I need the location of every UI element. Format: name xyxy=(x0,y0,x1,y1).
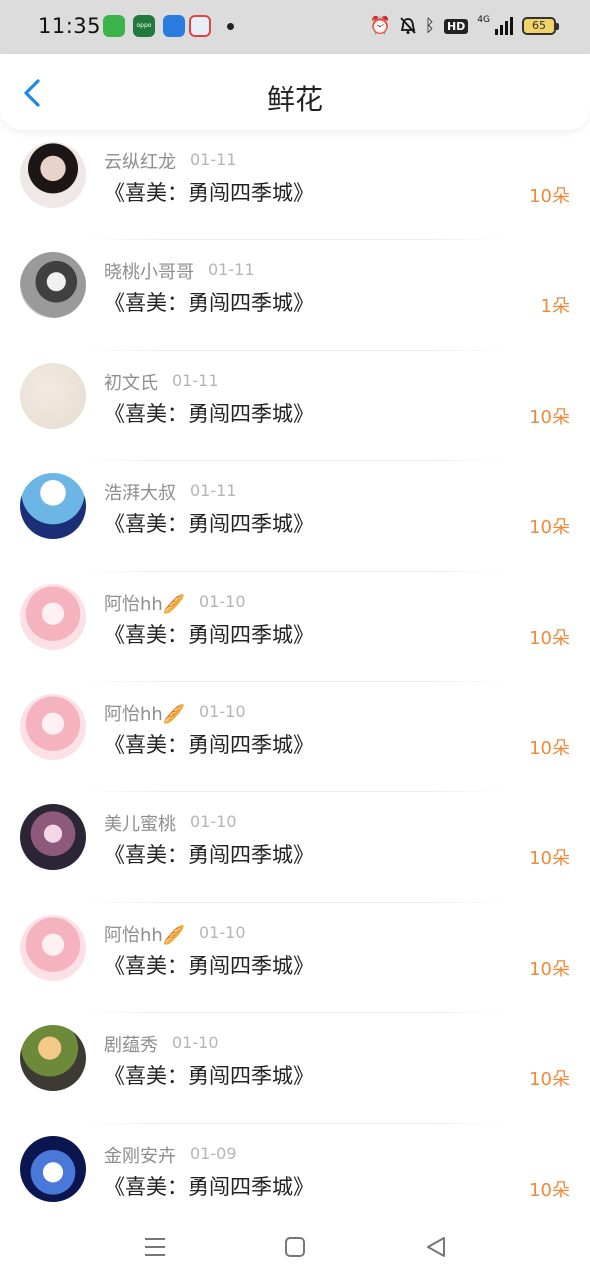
book-title: 《喜美：勇闯四季城》 xyxy=(104,843,314,868)
flower-list: 云纵红龙 01-11 《喜美：勇闯四季城》 10朵 晓桃小哥哥 01-11 《喜美：勇闯四季… xyxy=(0,130,590,1234)
system-nav-bar xyxy=(0,1214,590,1280)
flower-list-item[interactable]: 阿怡hh🥖 01-10 《喜美：勇闯四季城》 10朵 xyxy=(0,903,590,1014)
avatar[interactable] xyxy=(20,583,86,650)
signal-icon xyxy=(495,17,513,35)
avatar[interactable] xyxy=(20,362,86,429)
sender-name: 美儿蜜桃 xyxy=(104,814,176,836)
sender-name: 剧蕴秀 xyxy=(104,1035,158,1057)
flower-count: 10朵 xyxy=(529,958,570,980)
book-title: 《喜美：勇闯四季城》 xyxy=(104,291,314,316)
flower-list-item[interactable]: 美儿蜜桃 01-10 《喜美：勇闯四季城》 10朵 xyxy=(0,792,590,903)
battery-icon: 65 xyxy=(522,17,559,35)
send-date: 01-10 xyxy=(190,812,237,832)
avatar[interactable] xyxy=(20,914,86,981)
send-date: 01-11 xyxy=(172,370,219,390)
flower-list-item[interactable]: 剧蕴秀 01-10 《喜美：勇闯四季城》 10朵 xyxy=(0,1013,590,1124)
flower-count: 1朵 xyxy=(540,296,570,318)
book-title: 《喜美：勇闯四季城》 xyxy=(104,732,314,757)
sender-name: 阿怡hh🥖 xyxy=(104,924,186,946)
flower-list-item[interactable]: 云纵红龙 01-11 《喜美：勇闯四季城》 10朵 xyxy=(0,130,590,241)
avatar[interactable] xyxy=(20,142,86,208)
flower-list-item[interactable]: 阿怡hh🥖 01-10 《喜美：勇闯四季城》 10朵 xyxy=(0,572,590,682)
menu-icon[interactable] xyxy=(140,1232,170,1262)
flower-list-item[interactable]: 晓桃小哥哥 01-11 《喜美：勇闯四季城》 1朵 xyxy=(0,240,590,351)
flower-count: 10朵 xyxy=(529,1069,570,1091)
avatar[interactable] xyxy=(20,1025,86,1092)
network-type: 4G xyxy=(477,15,490,25)
send-date: 01-11 xyxy=(190,481,237,501)
flower-count: 10朵 xyxy=(529,1179,570,1201)
oppo-app-icon: oppo xyxy=(133,15,155,37)
status-time: 11:35 xyxy=(38,14,102,38)
top-app-bar: 鲜花 xyxy=(0,54,590,130)
send-date: 01-10 xyxy=(199,922,246,942)
flower-list-item[interactable]: 浩湃大叔 01-11 《喜美：勇闯四季城》 10朵 xyxy=(0,461,590,572)
send-date: 01-11 xyxy=(190,150,237,169)
book-title: 《喜美：勇闯四季城》 xyxy=(104,622,314,647)
flower-count: 10朵 xyxy=(529,737,570,759)
alarm-icon: ⏰ xyxy=(369,16,391,36)
avatar[interactable] xyxy=(20,804,86,871)
bell-off-icon xyxy=(400,17,416,34)
sender-name: 晓桃小哥哥 xyxy=(104,262,194,284)
sender-name: 初文氏 xyxy=(104,372,158,394)
book-title: 《喜美：勇闯四季城》 xyxy=(104,1174,314,1199)
send-date: 01-09 xyxy=(190,1143,237,1163)
sender-name: 阿怡hh🥖 xyxy=(104,593,186,615)
home-square-icon[interactable] xyxy=(280,1232,310,1262)
avatar[interactable] xyxy=(20,473,86,540)
send-date: 01-10 xyxy=(199,591,246,611)
flower-count: 10朵 xyxy=(529,848,570,870)
send-date: 01-11 xyxy=(208,260,255,280)
sender-name: 浩湃大叔 xyxy=(104,483,176,505)
green-app-icon xyxy=(103,15,125,37)
back-triangle-icon[interactable] xyxy=(421,1232,451,1262)
flower-count: 10朵 xyxy=(529,517,570,539)
book-title: 《喜美：勇闯四季城》 xyxy=(104,401,314,426)
flower-count: 10朵 xyxy=(529,406,570,428)
flower-count: 10朵 xyxy=(529,186,570,207)
sender-name: 金刚安卉 xyxy=(104,1145,176,1167)
hd-icon: HD xyxy=(443,18,469,34)
book-title: 《喜美：勇闯四季城》 xyxy=(104,953,314,978)
avatar[interactable] xyxy=(20,1135,86,1202)
bluetooth-icon: ᛒ xyxy=(424,16,435,36)
send-date: 01-10 xyxy=(172,1033,219,1053)
flower-count: 10朵 xyxy=(529,627,570,649)
sender-name: 云纵红龙 xyxy=(104,152,176,173)
baidu-app-icon xyxy=(189,15,211,37)
sender-name: 阿怡hh🥖 xyxy=(104,703,186,725)
book-title: 《喜美：勇闯四季城》 xyxy=(104,181,314,205)
send-date: 01-10 xyxy=(199,701,246,721)
status-bar: 11:35 oppo ⏰ ᛒ HD 4G 65 xyxy=(0,0,590,54)
book-title: 《喜美：勇闯四季城》 xyxy=(104,1064,314,1089)
notification-dot xyxy=(227,23,234,30)
flower-list-item[interactable]: 初文氏 01-11 《喜美：勇闯四季城》 10朵 xyxy=(0,351,590,462)
blue-app-icon xyxy=(163,15,185,37)
avatar[interactable] xyxy=(20,252,86,319)
book-title: 《喜美：勇闯四季城》 xyxy=(104,512,314,537)
avatar[interactable] xyxy=(20,693,86,760)
flower-list-item[interactable]: 阿怡hh🥖 01-10 《喜美：勇闯四季城》 10朵 xyxy=(0,682,590,793)
page-title: 鲜花 xyxy=(266,83,323,116)
